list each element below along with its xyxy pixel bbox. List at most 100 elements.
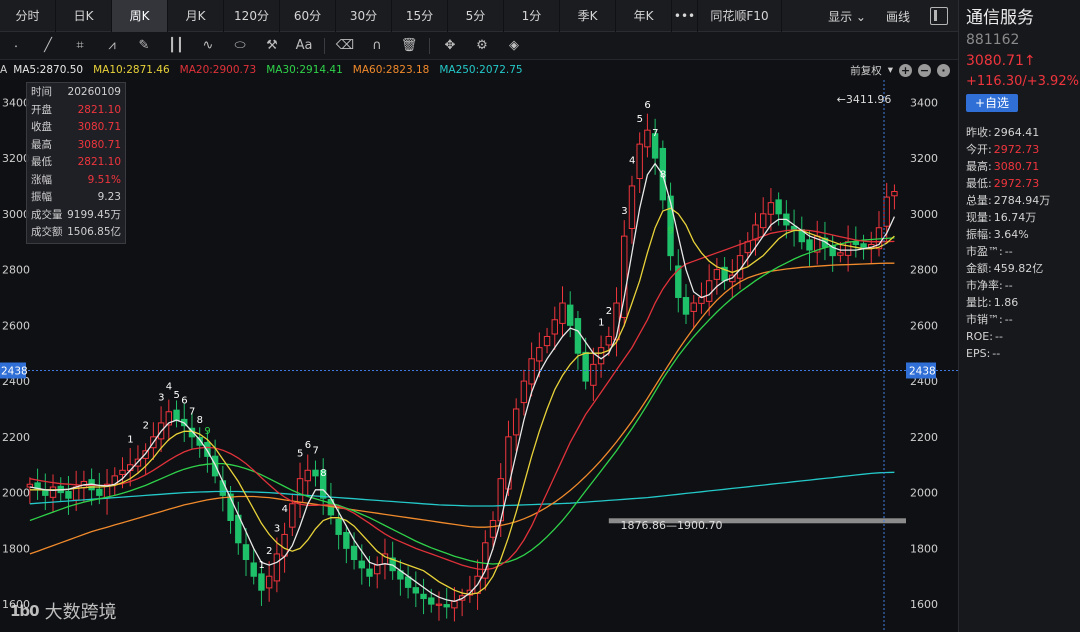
- candle-body: [705, 280, 713, 302]
- hammer-icon[interactable]: ⚒: [256, 32, 288, 60]
- layers-icon[interactable]: ◈: [498, 32, 530, 60]
- high-annotation: ←3411.96: [837, 93, 892, 106]
- eraser-icon[interactable]: ⌫: [329, 32, 361, 60]
- tab-4[interactable]: 120分: [224, 0, 280, 32]
- f10-tab[interactable]: 同花顺F10: [698, 0, 782, 32]
- ma250-line: [29, 471, 895, 507]
- quote-value: 459.82亿: [993, 262, 1044, 275]
- tab-7[interactable]: 15分: [392, 0, 448, 32]
- add-watchlist-button[interactable]: +自选: [966, 94, 1018, 112]
- td-mark: 7: [652, 128, 658, 139]
- candle-body: [682, 297, 690, 315]
- text-icon[interactable]: Aa: [288, 32, 320, 60]
- ma-label-0: MA5:2870.50: [13, 64, 84, 76]
- adjust-dropdown[interactable]: 前复权: [850, 63, 882, 78]
- watermark-text: 大数跨境: [44, 602, 117, 623]
- quote-value: 2784.94万: [993, 194, 1051, 207]
- info-value: 3080.71: [77, 138, 121, 151]
- draw-line-button[interactable]: 画线: [876, 8, 920, 25]
- info-key: 时间: [31, 86, 52, 98]
- ellipse-icon[interactable]: ⬭: [224, 32, 256, 60]
- y-tick-label-right: 1600: [910, 598, 938, 611]
- quote-value: 16.74万: [993, 211, 1037, 224]
- kline-chart-svg[interactable]: 1600 16001800 18002000 20002200 22002400 2400…: [0, 80, 958, 632]
- quote-value: 1.86: [993, 296, 1019, 309]
- candle-body: [567, 304, 574, 326]
- info-value: 9.23: [97, 191, 121, 203]
- stock-change: +116.30/+3.92%: [966, 74, 1079, 89]
- candle-body: [258, 573, 265, 591]
- y-tick-label-right: 3400: [910, 96, 938, 109]
- bars-icon[interactable]: ┃┃: [160, 32, 192, 60]
- candle-body: [489, 519, 497, 538]
- settings-button[interactable]: ·: [937, 63, 950, 77]
- quote-row: 市盈™: --: [966, 243, 1073, 260]
- candle-body: [536, 347, 543, 362]
- tab-11[interactable]: 年K: [616, 0, 672, 32]
- panel-toggle-icon[interactable]: [930, 7, 948, 25]
- ma-label-5: MA250:2072.75: [439, 64, 523, 76]
- zoom-in-button[interactable]: +: [899, 63, 912, 77]
- candle-body: [590, 363, 597, 386]
- crop-icon[interactable]: ⌗: [64, 32, 96, 60]
- cursor-icon[interactable]: ⸱: [0, 32, 32, 60]
- tab-0[interactable]: 分时: [0, 0, 56, 32]
- y-tick-label-right: 2800: [910, 264, 938, 277]
- td-mark: 3: [621, 206, 627, 217]
- tab-8[interactable]: 5分: [448, 0, 504, 32]
- tab-6[interactable]: 30分: [336, 0, 392, 32]
- td-mark: 2: [606, 306, 612, 317]
- candle-body: [420, 593, 427, 600]
- tab-5[interactable]: 60分: [280, 0, 336, 32]
- ma-label-1: MA10:2871.46: [93, 64, 170, 76]
- move-icon[interactable]: ✥: [434, 32, 466, 60]
- quote-value: 2972.73: [993, 177, 1040, 190]
- quote-key: 市净率:: [966, 279, 1003, 292]
- info-row: 开盘 2821.10: [31, 102, 121, 120]
- quote-row: 金额: 459.82亿: [966, 260, 1073, 277]
- info-row: 收盘 3080.71: [31, 119, 121, 137]
- kline-chart[interactable]: 1600 1600 1800 1800 2000 2000 2200 2200 2400 2400…: [0, 80, 958, 632]
- candle-body: [289, 503, 296, 528]
- candle-body: [42, 489, 49, 496]
- quote-key: 现量:: [966, 211, 992, 224]
- candle-body: [597, 347, 605, 365]
- tab-2[interactable]: 周K: [112, 0, 168, 32]
- tab-9[interactable]: 1分: [504, 0, 560, 32]
- quote-key: 市销™:: [966, 313, 1003, 326]
- quote-value: --: [992, 347, 1001, 360]
- wave-icon[interactable]: ∿: [192, 32, 224, 60]
- td-mark: 4: [629, 156, 635, 167]
- pencil-ruler-icon[interactable]: ✎: [128, 32, 160, 60]
- quote-panel: 通信服务 881162 3080.71↑ +116.30/+3.92% +自选 …: [958, 0, 1080, 632]
- gear-icon[interactable]: ⚙: [466, 32, 498, 60]
- fan-icon[interactable]: ⩘: [96, 32, 128, 60]
- trash-icon[interactable]: 🗑: [393, 32, 425, 60]
- line-icon[interactable]: ╱: [32, 32, 64, 60]
- info-value: 9199.45万: [67, 208, 121, 221]
- td-mark: 7: [312, 446, 318, 457]
- stock-code: 881162: [966, 32, 1020, 48]
- candle-body: [551, 319, 558, 335]
- zoom-out-button[interactable]: −: [918, 63, 931, 77]
- stock-price: 3080.71↑: [966, 53, 1036, 69]
- candle-body: [119, 469, 126, 475]
- quote-value: --: [1004, 279, 1013, 292]
- quote-row: 总量: 2784.94万: [966, 192, 1073, 209]
- display-dropdown[interactable]: 显示 ⌄: [818, 8, 876, 25]
- tab-1[interactable]: 日K: [56, 0, 112, 32]
- ma-label-2: MA20:2900.73: [179, 64, 257, 76]
- candle-body: [350, 545, 358, 561]
- y-tick-label-left: 2000: [2, 487, 30, 500]
- more-tabs-button[interactable]: •••: [672, 0, 698, 32]
- quote-key: 总量:: [966, 194, 992, 207]
- magnet-icon[interactable]: ∩: [361, 32, 393, 60]
- tab-10[interactable]: 季K: [560, 0, 616, 32]
- bar-info-panel: 时间 20260109 开盘 2821.10 收盘 3080.71 最高 3080.71 最低 2…: [26, 82, 126, 244]
- tab-3[interactable]: 月K: [168, 0, 224, 32]
- chevron-down-icon[interactable]: ▾: [888, 64, 893, 76]
- candle-body: [775, 199, 782, 215]
- info-value: 9.51%: [87, 173, 121, 186]
- quote-list: 昨收: 2964.41 今开: 2972.73 最高: 3080.71 最低: 2972.73…: [966, 124, 1073, 362]
- quote-row: 昨收: 2964.41: [966, 124, 1073, 141]
